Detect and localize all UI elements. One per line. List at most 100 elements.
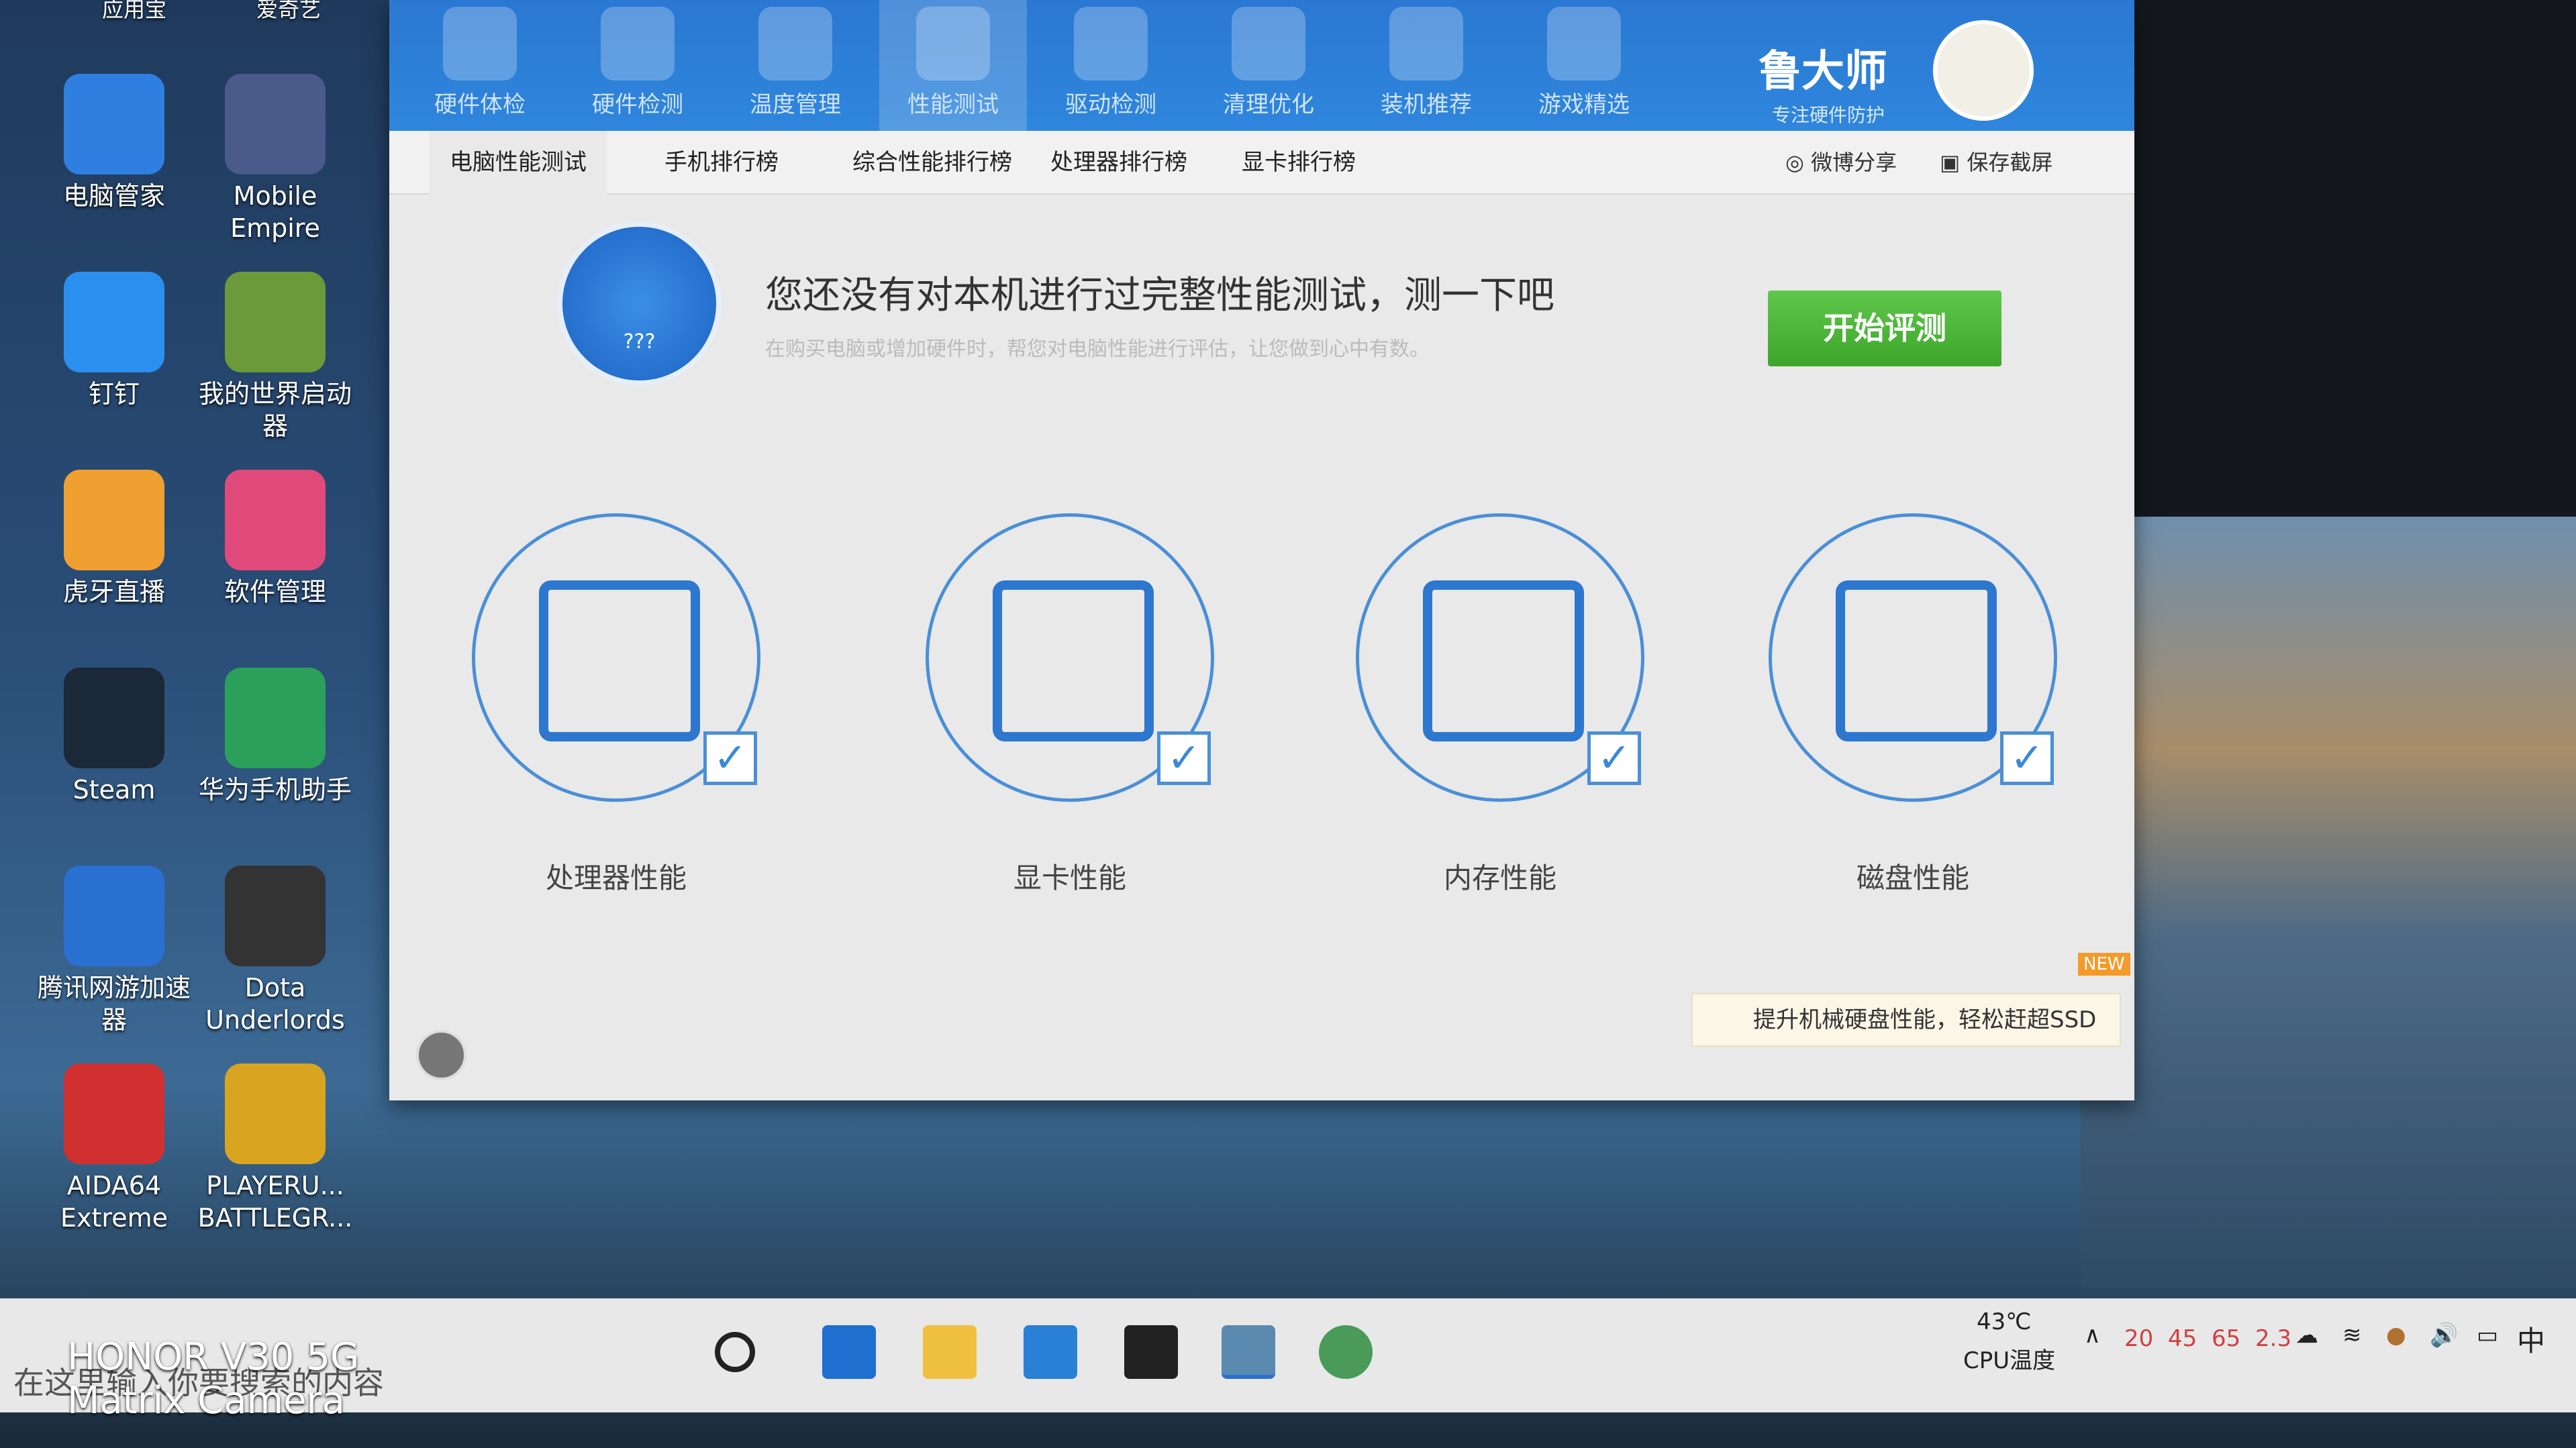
app-icon	[64, 866, 164, 966]
app-icon	[64, 272, 164, 372]
tray-stat: 2.3	[2255, 1325, 2292, 1352]
driver-icon	[1074, 7, 1148, 81]
app-icon	[64, 668, 164, 768]
volume-icon[interactable]: 🔊	[2430, 1322, 2458, 1349]
gauge-icon	[916, 7, 990, 81]
wallpaper	[2081, 517, 2576, 1288]
monitor-icon	[443, 7, 517, 81]
toolbar-item[interactable]: 清理优化	[1195, 0, 1342, 131]
app-icon	[225, 668, 326, 768]
checkbox[interactable]: ✓	[1157, 731, 1211, 785]
app-header: 硬件体检 硬件检测 温度管理 性能测试 驱动检测 清理优化 装机推荐 游戏精选 鲁大师 专注硬…	[389, 0, 2134, 131]
tab[interactable]: 电脑性能测试	[430, 131, 607, 195]
desktop-icon-cut[interactable]: 应用宝	[54, 0, 215, 25]
weibo-icon: ◎	[1785, 150, 1812, 175]
desktop-icon[interactable]: Dota Underlords	[195, 866, 356, 1036]
checkbox[interactable]: ✓	[2000, 731, 2054, 785]
new-badge: NEW	[2078, 953, 2130, 976]
tab[interactable]: 处理器排行榜	[1030, 131, 1207, 195]
toolbar-item[interactable]: 装机推荐	[1352, 0, 1500, 131]
cpu-monitor-icon	[539, 580, 700, 741]
desktop-icon[interactable]: 我的世界启动器	[195, 272, 356, 442]
tab[interactable]: 显卡排行榜	[1222, 131, 1376, 195]
cube-icon	[1389, 7, 1463, 81]
toolbar-item[interactable]: 硬件体检	[406, 0, 554, 131]
desktop-icon[interactable]: 华为手机助手	[195, 668, 356, 806]
test-card-label: 内存性能	[1443, 862, 1556, 894]
taskbar: 在这里输入你要搜索的内容 43℃ CPU温度 ∧ 20 45 65 2.3 ☁ ≋ ●…	[0, 1298, 2576, 1412]
desktop-icon[interactable]: Steam	[34, 668, 195, 806]
toolbar-item[interactable]: 温度管理	[722, 0, 869, 131]
camera-icon: ▣	[1940, 150, 1967, 175]
tab[interactable]: 综合性能排行榜	[832, 131, 1032, 195]
gamepad-icon	[1547, 7, 1621, 81]
broom-icon	[1232, 7, 1305, 81]
test-card-label: 磁盘性能	[1856, 862, 1969, 894]
toolbar-item[interactable]: 游戏精选	[1510, 0, 1658, 131]
app-icon	[225, 1064, 326, 1164]
folder-icon[interactable]	[923, 1325, 977, 1379]
disk-icon	[1836, 580, 1997, 741]
checkbox[interactable]: ✓	[703, 731, 757, 785]
desktop-icon[interactable]: 软件管理	[195, 470, 356, 608]
test-card[interactable]: ✓	[926, 513, 1214, 802]
user-avatar[interactable]	[416, 1030, 466, 1080]
desktop-icon[interactable]: 腾讯网游加速器	[34, 866, 195, 1036]
memory-icon	[1423, 580, 1584, 741]
desktop-icon-cut[interactable]: 爱奇艺	[208, 0, 369, 25]
app-icon	[225, 470, 326, 570]
promo-link[interactable]: 提升机械硬盘性能，轻松赶超SSD	[1691, 993, 2121, 1047]
cpu-temp: 43℃	[1977, 1308, 2032, 1335]
app-icon	[64, 1064, 164, 1164]
toolbar-item[interactable]: 性能测试	[879, 0, 1027, 131]
app-icon	[225, 74, 326, 174]
start-test-button[interactable]: 开始评测	[1768, 291, 2001, 366]
store-icon[interactable]	[1124, 1325, 1178, 1379]
edge-icon[interactable]	[822, 1325, 876, 1379]
brand-name: 鲁大师	[1758, 47, 1887, 97]
desktop-icon[interactable]: 电脑管家	[34, 74, 195, 212]
ime-indicator[interactable]: 中	[2517, 1318, 2545, 1359]
desktop-icon[interactable]: AIDA64 Extreme	[34, 1064, 195, 1234]
test-card[interactable]: ✓	[472, 513, 760, 802]
tab[interactable]: 手机排行榜	[644, 131, 799, 195]
brand-slogan: 专注硬件防护	[1772, 104, 1885, 126]
chip-icon	[601, 7, 675, 81]
app-icon	[64, 74, 164, 174]
chevron-up-icon[interactable]: ∧	[2084, 1322, 2101, 1349]
toolbar-item[interactable]: 硬件检测	[564, 0, 711, 131]
subline: 在购买电脑或增加硬件时，帮您对电脑性能进行评估，让您做到心中有数。	[765, 338, 1430, 361]
monitor-overlay-panel	[2081, 0, 2576, 517]
app-icon	[225, 272, 326, 372]
mail-icon[interactable]	[1024, 1325, 1077, 1379]
tray-app-icon[interactable]: ●	[2386, 1322, 2406, 1349]
tab-bar: 电脑性能测试 手机排行榜 综合性能排行榜 处理器排行榜 显卡排行榜 ◎ 微博分享 ▣ 保…	[389, 131, 2134, 195]
wifi-icon[interactable]: ≋	[2342, 1322, 2362, 1349]
cpu-temp-label: CPU温度	[1963, 1347, 2056, 1374]
app-taskbar-icon[interactable]	[1319, 1325, 1373, 1379]
desktop-icon[interactable]: 钉钉	[34, 272, 195, 410]
test-card[interactable]: ✓	[1769, 513, 2057, 802]
headline: 您还没有对本机进行过完整性能测试，测一下吧	[765, 274, 1554, 317]
cloud-icon[interactable]: ☁	[2295, 1322, 2318, 1349]
save-screenshot-button[interactable]: ▣ 保存截屏	[1940, 131, 2052, 195]
tray-stat: 65	[2212, 1325, 2241, 1352]
toolbar-item[interactable]: 驱动检测	[1037, 0, 1185, 131]
cube-icon	[993, 580, 1154, 741]
app-icon	[64, 470, 164, 570]
tray-stat: 45	[2168, 1325, 2197, 1352]
weibo-share-button[interactable]: ◎ 微博分享	[1785, 131, 1897, 195]
tray-stat: 20	[2124, 1325, 2154, 1352]
test-card-label: 显卡性能	[1013, 862, 1126, 894]
desktop-icon[interactable]: 虎牙直播	[34, 470, 195, 608]
checkbox[interactable]: ✓	[1587, 731, 1641, 785]
battery-icon[interactable]: ▭	[2477, 1322, 2498, 1349]
test-card-label: 处理器性能	[545, 862, 687, 894]
test-card[interactable]: ✓	[1356, 513, 1644, 802]
app-window: 硬件体检 硬件检测 温度管理 性能测试 驱动检测 清理优化 装机推荐 游戏精选 鲁大师 专注硬…	[389, 0, 2134, 1100]
desktop-icon[interactable]: Mobile Empire	[195, 74, 356, 244]
gauge-icon: ???	[557, 221, 722, 386]
cortana-icon[interactable]	[715, 1332, 755, 1372]
desktop-icon[interactable]: PLAYERU... BATTLEGR...	[195, 1064, 356, 1234]
ludashi-taskbar-icon[interactable]	[1222, 1325, 1275, 1379]
